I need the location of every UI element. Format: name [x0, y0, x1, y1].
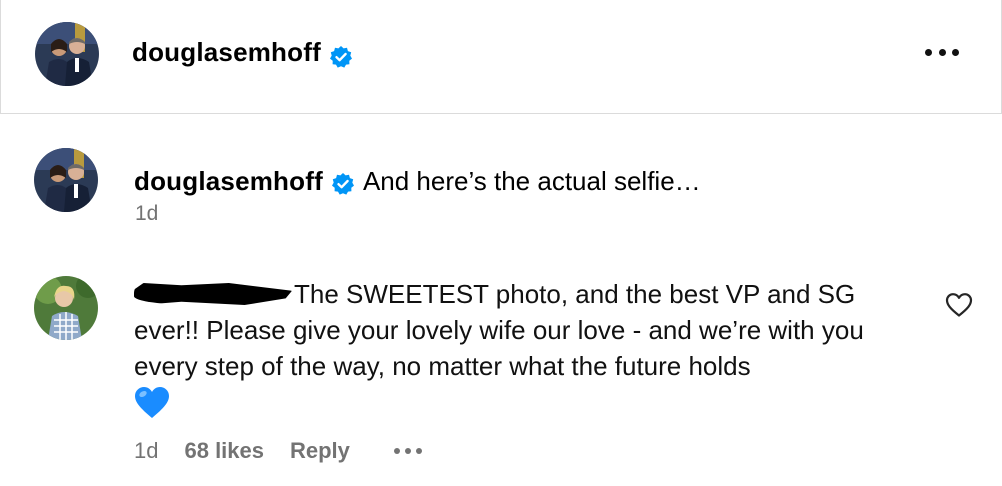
header-username[interactable]: douglasemhoff — [132, 32, 321, 72]
redacted-username — [134, 283, 292, 305]
caption-text: And here’s the actual selfie… — [362, 166, 701, 196]
header-username-row: douglasemhoff — [132, 32, 353, 72]
comment-more-icon[interactable] — [393, 448, 422, 454]
post-header: douglasemhoff — [0, 0, 1002, 114]
caption-text-line: douglasemhoff And here’s the actual self… — [134, 163, 701, 199]
comment-text: The SWEETEST photo, and the best VP and … — [134, 276, 924, 420]
verified-badge-icon — [329, 40, 353, 68]
comment-text-rest: ever!! Please give your lovely wife our … — [134, 315, 864, 381]
caption-avatar[interactable] — [34, 148, 98, 212]
verified-badge-icon — [331, 169, 355, 195]
caption-username[interactable]: douglasemhoff — [134, 163, 323, 199]
comment-likes[interactable]: 68 likes — [184, 436, 264, 466]
heart-outline-icon[interactable] — [945, 292, 973, 318]
comment-text-line1: The SWEETEST photo, and the best VP and … — [294, 279, 856, 309]
caption-timestamp[interactable]: 1d — [135, 200, 158, 228]
commenter-avatar[interactable] — [34, 276, 98, 340]
comment-meta: 1d 68 likes Reply — [134, 436, 422, 466]
comment-timestamp[interactable]: 1d — [134, 436, 158, 466]
comment-row: The SWEETEST photo, and the best VP and … — [0, 258, 1002, 486]
blue-heart-emoji — [134, 386, 170, 420]
header-avatar[interactable] — [35, 22, 99, 86]
reply-button[interactable]: Reply — [290, 436, 350, 466]
caption-row: douglasemhoff And here’s the actual self… — [0, 114, 1002, 244]
more-options-icon[interactable] — [925, 40, 959, 64]
